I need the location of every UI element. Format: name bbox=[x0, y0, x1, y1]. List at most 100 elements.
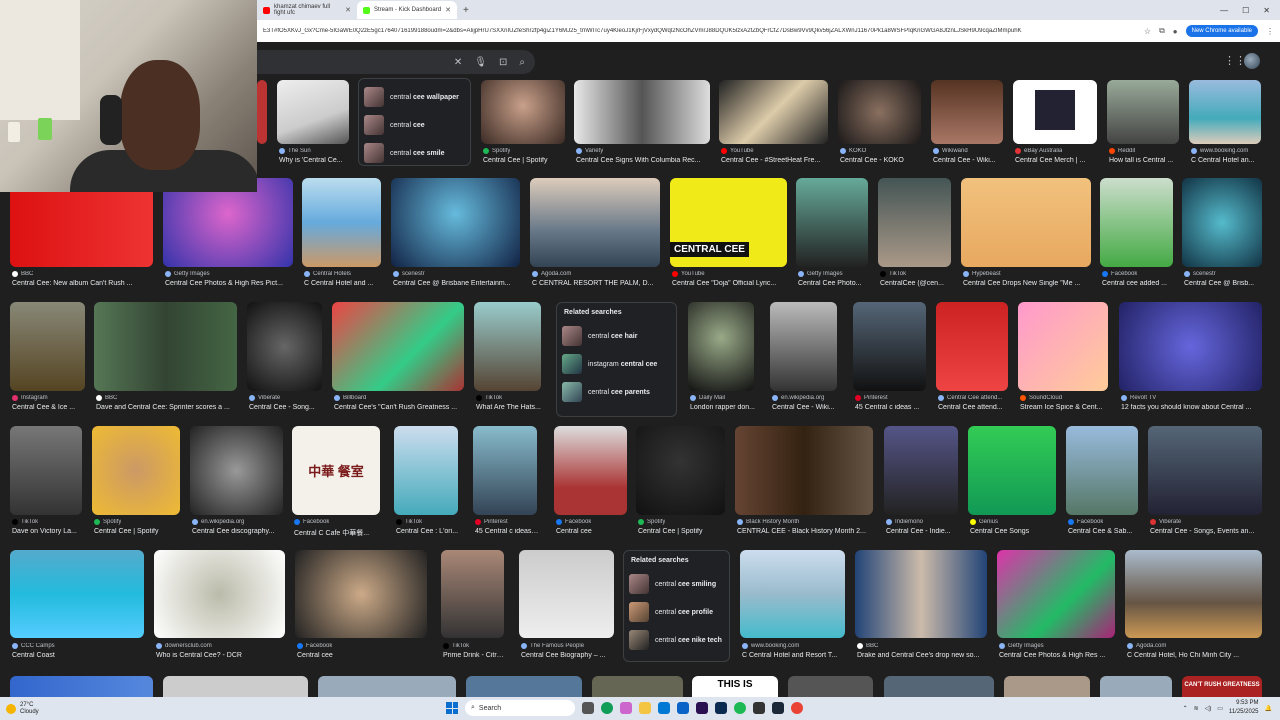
image-thumb[interactable]: CAN'T RUSH GREATNESS bbox=[1182, 676, 1262, 697]
copilot-icon[interactable] bbox=[620, 702, 632, 714]
battery-icon[interactable]: ▭ bbox=[1217, 705, 1223, 712]
premiere-icon[interactable] bbox=[696, 702, 708, 714]
mic-icon[interactable]: 🎙 bbox=[474, 57, 487, 68]
related-search-item[interactable]: instagram central cee bbox=[562, 350, 671, 378]
store-icon[interactable] bbox=[658, 702, 670, 714]
related-search-item[interactable]: central cee hair bbox=[562, 322, 671, 350]
image-title[interactable]: Central Cee Signs With Columbia Rec... bbox=[576, 157, 712, 164]
image-thumb[interactable] bbox=[10, 676, 153, 697]
image-title[interactable]: Dave on Victory La... bbox=[12, 528, 84, 535]
taskbar-search[interactable]: ⌕ Search bbox=[465, 700, 575, 716]
image-title[interactable]: Central Cee's "Can't Rush Greatness ... bbox=[334, 404, 466, 411]
image-title[interactable]: Dave and Central Cee: Sprinter scores a … bbox=[96, 404, 239, 411]
image-title[interactable]: Central C Cafe 中華餐... bbox=[294, 528, 382, 538]
image-title[interactable]: C Central Hotel and Resort T... bbox=[742, 652, 847, 659]
image-title[interactable]: Central Cee: New album Can't Rush ... bbox=[12, 280, 155, 287]
image-title[interactable]: Central Cee @ Brisb... bbox=[1184, 280, 1264, 287]
image-thumb[interactable] bbox=[592, 676, 683, 697]
related-search-item[interactable]: central cee bbox=[364, 111, 465, 139]
image-title[interactable]: Central Cee attend... bbox=[938, 404, 1010, 411]
image-thumb[interactable] bbox=[1004, 676, 1090, 697]
image-title[interactable]: Central Cee Merch | ... bbox=[1015, 157, 1099, 164]
close-window-icon[interactable]: ✕ bbox=[1263, 6, 1270, 15]
image-title[interactable]: C CENTRAL RESORT THE PALM, D... bbox=[532, 280, 662, 287]
image-title[interactable]: 12 facts you should know about Central .… bbox=[1121, 404, 1264, 411]
image-title[interactable]: Central Cee - Songs, Events an... bbox=[1150, 528, 1264, 535]
image-title[interactable]: CentralCee (@cen... bbox=[880, 280, 953, 287]
image-title[interactable]: Central Cee Photos & High Res Pict... bbox=[165, 280, 295, 287]
windows-start-icon[interactable] bbox=[446, 702, 458, 714]
url-text[interactable]: E3T#fO5XKvJ_Gx?Cme-5IGaWE0Q2zE5gc1764071… bbox=[263, 28, 1136, 34]
image-title[interactable]: Central Cee Biography – ... bbox=[521, 652, 616, 659]
close-icon[interactable]: ✕ bbox=[345, 6, 351, 14]
image-title[interactable]: Central Cee | Spotify bbox=[638, 528, 727, 535]
steam-icon[interactable] bbox=[772, 702, 784, 714]
image-title[interactable]: Central Cee : L'ori... bbox=[396, 528, 460, 535]
menu-icon[interactable]: ⋮ bbox=[1266, 27, 1274, 36]
edge-icon[interactable] bbox=[601, 702, 613, 714]
image-title[interactable]: Drake and Central Cee's drop new so... bbox=[857, 652, 989, 659]
file-explorer-icon[interactable] bbox=[639, 702, 651, 714]
image-title[interactable]: C Central Hotel and ... bbox=[304, 280, 383, 287]
image-title[interactable]: Central Cee | Spotify bbox=[94, 528, 182, 535]
extensions-icon[interactable]: ⧉ bbox=[1159, 26, 1165, 36]
spotify-icon[interactable] bbox=[734, 702, 746, 714]
image-title[interactable]: Central cee added ... bbox=[1102, 280, 1175, 287]
image-title[interactable]: Central Coast bbox=[12, 652, 146, 659]
related-search-item[interactable]: central cee smiling bbox=[629, 570, 724, 598]
image-thumb[interactable]: THIS IS bbox=[692, 676, 778, 697]
tab-youtube[interactable]: khamzat chimaev full fight ufc ✕ bbox=[257, 1, 357, 19]
minimize-icon[interactable]: — bbox=[1220, 6, 1228, 15]
image-title[interactable]: Central Cee @ Brisbane Entertainm... bbox=[393, 280, 522, 287]
image-title[interactable]: Central Cee Songs bbox=[970, 528, 1058, 535]
obs-icon[interactable] bbox=[753, 702, 765, 714]
profile-icon[interactable]: ● bbox=[1173, 27, 1178, 36]
lens-icon[interactable]: ⊡ bbox=[499, 57, 507, 68]
image-thumb[interactable] bbox=[788, 676, 873, 697]
image-title[interactable]: London rapper don... bbox=[690, 404, 756, 411]
image-title[interactable]: CENTRAL CEE - Black History Month 2... bbox=[737, 528, 875, 535]
update-chrome-chip[interactable]: New Chrome available bbox=[1185, 25, 1258, 37]
related-search-item[interactable]: central cee smile bbox=[364, 139, 465, 167]
image-title[interactable]: Central Cee discography... bbox=[192, 528, 285, 535]
chrome-icon[interactable] bbox=[791, 702, 803, 714]
close-icon[interactable]: ✕ bbox=[445, 6, 451, 14]
related-search-item[interactable]: central cee parents bbox=[562, 378, 671, 406]
image-title[interactable]: C Central Hotel, Ho Chi Minh City ... bbox=[1127, 652, 1264, 659]
image-title[interactable]: Who is Central Cee? - DCR bbox=[156, 652, 287, 659]
image-title[interactable]: Central Cee - Indie... bbox=[886, 528, 960, 535]
new-tab-button[interactable]: + bbox=[457, 5, 475, 16]
image-title[interactable]: Central cee bbox=[556, 528, 629, 535]
image-title[interactable]: Central Cee Drops New Single "Me ... bbox=[963, 280, 1093, 287]
image-thumb[interactable] bbox=[1100, 676, 1172, 697]
image-title[interactable]: Central Cee - Wiki... bbox=[933, 157, 1005, 164]
image-thumb[interactable] bbox=[318, 676, 456, 697]
related-search-item[interactable]: central cee wallpaper bbox=[364, 83, 465, 111]
maximize-icon[interactable]: ☐ bbox=[1242, 6, 1249, 15]
image-title[interactable]: Central Cee Photos & High Res ... bbox=[999, 652, 1117, 659]
image-title[interactable]: Central Cee "Doja" Official Lyric... bbox=[672, 280, 789, 287]
image-title[interactable]: Central Cee | Spotify bbox=[483, 157, 567, 164]
star-icon[interactable]: ☆ bbox=[1144, 27, 1151, 36]
chevron-up-icon[interactable]: ⌃ bbox=[1183, 705, 1188, 712]
image-title[interactable]: Central Cee - Song... bbox=[249, 404, 324, 411]
image-title[interactable]: Prime Drink - Citru... bbox=[443, 652, 506, 659]
image-title[interactable]: How tall is Central ... bbox=[1109, 157, 1181, 164]
wifi-icon[interactable]: ≋ bbox=[1194, 705, 1199, 712]
image-title[interactable]: Central Cee & Sab... bbox=[1068, 528, 1140, 535]
image-title[interactable]: Stream Ice Spice & Cent... bbox=[1020, 404, 1110, 411]
clear-icon[interactable]: ✕ bbox=[454, 57, 462, 68]
outlook-icon[interactable] bbox=[677, 702, 689, 714]
avatar[interactable] bbox=[1244, 53, 1260, 69]
weather-widget[interactable]: 27°C Cloudy bbox=[0, 702, 39, 716]
tab-kick[interactable]: Stream - Kick Dashboard ✕ bbox=[357, 1, 457, 19]
image-title[interactable]: Central Cee - Wiki... bbox=[772, 404, 839, 411]
image-title[interactable]: Why is 'Central Ce... bbox=[279, 157, 351, 164]
image-title[interactable]: 45 Central c ideas ... bbox=[475, 528, 539, 535]
volume-icon[interactable]: ◁) bbox=[1205, 705, 1212, 712]
image-title[interactable]: Central cee bbox=[297, 652, 429, 659]
clock[interactable]: 9:53 PM 11/25/2025 bbox=[1229, 699, 1259, 717]
image-title[interactable]: Central Cee & Ice ... bbox=[12, 404, 87, 411]
related-search-item[interactable]: central cee profile bbox=[629, 598, 724, 626]
task-view-icon[interactable] bbox=[582, 702, 594, 714]
